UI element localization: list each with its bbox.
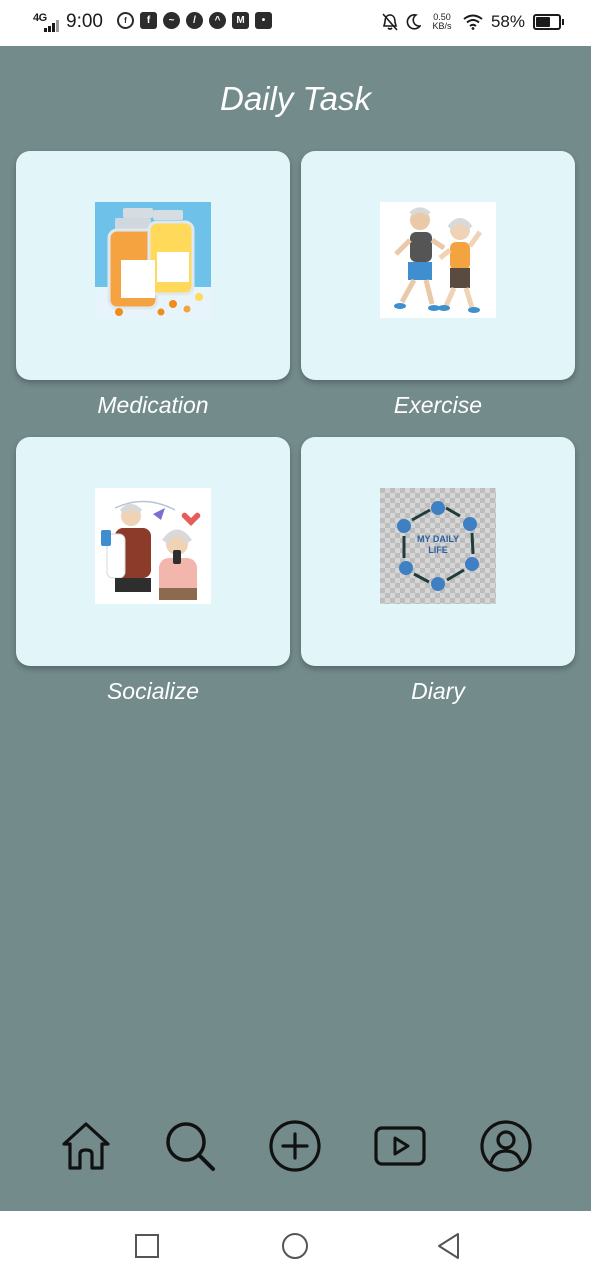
my-daily-life-image: MY DAILY LIFE: [380, 488, 496, 604]
diary-card[interactable]: MY DAILY LIFE: [301, 437, 575, 666]
recents-icon: [135, 1234, 159, 1258]
clock: 9:00: [66, 11, 103, 32]
wifi-icon: [463, 14, 483, 30]
search-icon: [166, 1122, 215, 1171]
video-nav-button[interactable]: [372, 1118, 428, 1174]
net-speed-unit: KB/s: [432, 21, 452, 31]
search-nav-button[interactable]: [162, 1118, 218, 1174]
recents-button[interactable]: [132, 1231, 162, 1261]
battery-icon: [533, 14, 564, 30]
system-nav-bar: [0, 1211, 591, 1280]
diary-image-text: MY DAILY LIFE: [380, 534, 496, 556]
net-speed: 0.50 KB/s: [429, 13, 455, 31]
signal-icon: [44, 20, 59, 32]
medicine-bottles-image: [95, 202, 211, 318]
messenger-icon: ~: [163, 12, 180, 29]
socialize-card[interactable]: [16, 437, 290, 666]
bell-off-icon: [382, 13, 398, 31]
home-nav-button[interactable]: [58, 1118, 114, 1174]
facebook-icon: f: [117, 12, 134, 29]
diary-label: Diary: [411, 678, 465, 704]
medication-label: Medication: [97, 392, 209, 418]
system-home-button[interactable]: [280, 1231, 310, 1261]
bottom-nav: [0, 1118, 591, 1178]
leaf-icon: /: [186, 12, 203, 29]
medication-card[interactable]: [16, 151, 290, 380]
a-icon: ^: [209, 12, 226, 29]
page-title: Daily Task: [220, 80, 371, 117]
socialize-label: Socialize: [106, 678, 200, 704]
system-status-icons: 0.50 KB/s 58%: [382, 12, 564, 32]
elderly-couple-phones-image: [95, 488, 211, 604]
profile-nav-button[interactable]: [478, 1118, 534, 1174]
diary-image-text-line1: MY DAILY: [416, 534, 459, 544]
add-icon: [269, 1120, 321, 1172]
home-circle-icon: [282, 1233, 308, 1259]
battery-level: [536, 17, 550, 27]
exercise-label: Exercise: [393, 392, 483, 418]
mic-icon: •: [255, 12, 272, 29]
home-icon: [62, 1122, 110, 1170]
back-button[interactable]: [434, 1231, 464, 1261]
status-bar: 4G 9:00 f f ~ / ^ M • 0.50 KB/s 58%: [0, 0, 591, 46]
notification-icons: f f ~ / ^ M •: [117, 12, 272, 29]
diary-image-text-line2: LIFE: [428, 545, 448, 555]
profile-icon: [480, 1120, 532, 1172]
video-icon: [374, 1126, 426, 1166]
elderly-couple-running-image: [380, 202, 496, 318]
back-icon: [438, 1233, 459, 1259]
add-nav-button[interactable]: [267, 1118, 323, 1174]
exercise-card[interactable]: [301, 151, 575, 380]
gmail-icon: M: [232, 12, 249, 29]
facebook-square-icon: f: [140, 12, 157, 29]
moon-icon: [406, 14, 421, 30]
battery-percent: 58%: [490, 12, 525, 31]
